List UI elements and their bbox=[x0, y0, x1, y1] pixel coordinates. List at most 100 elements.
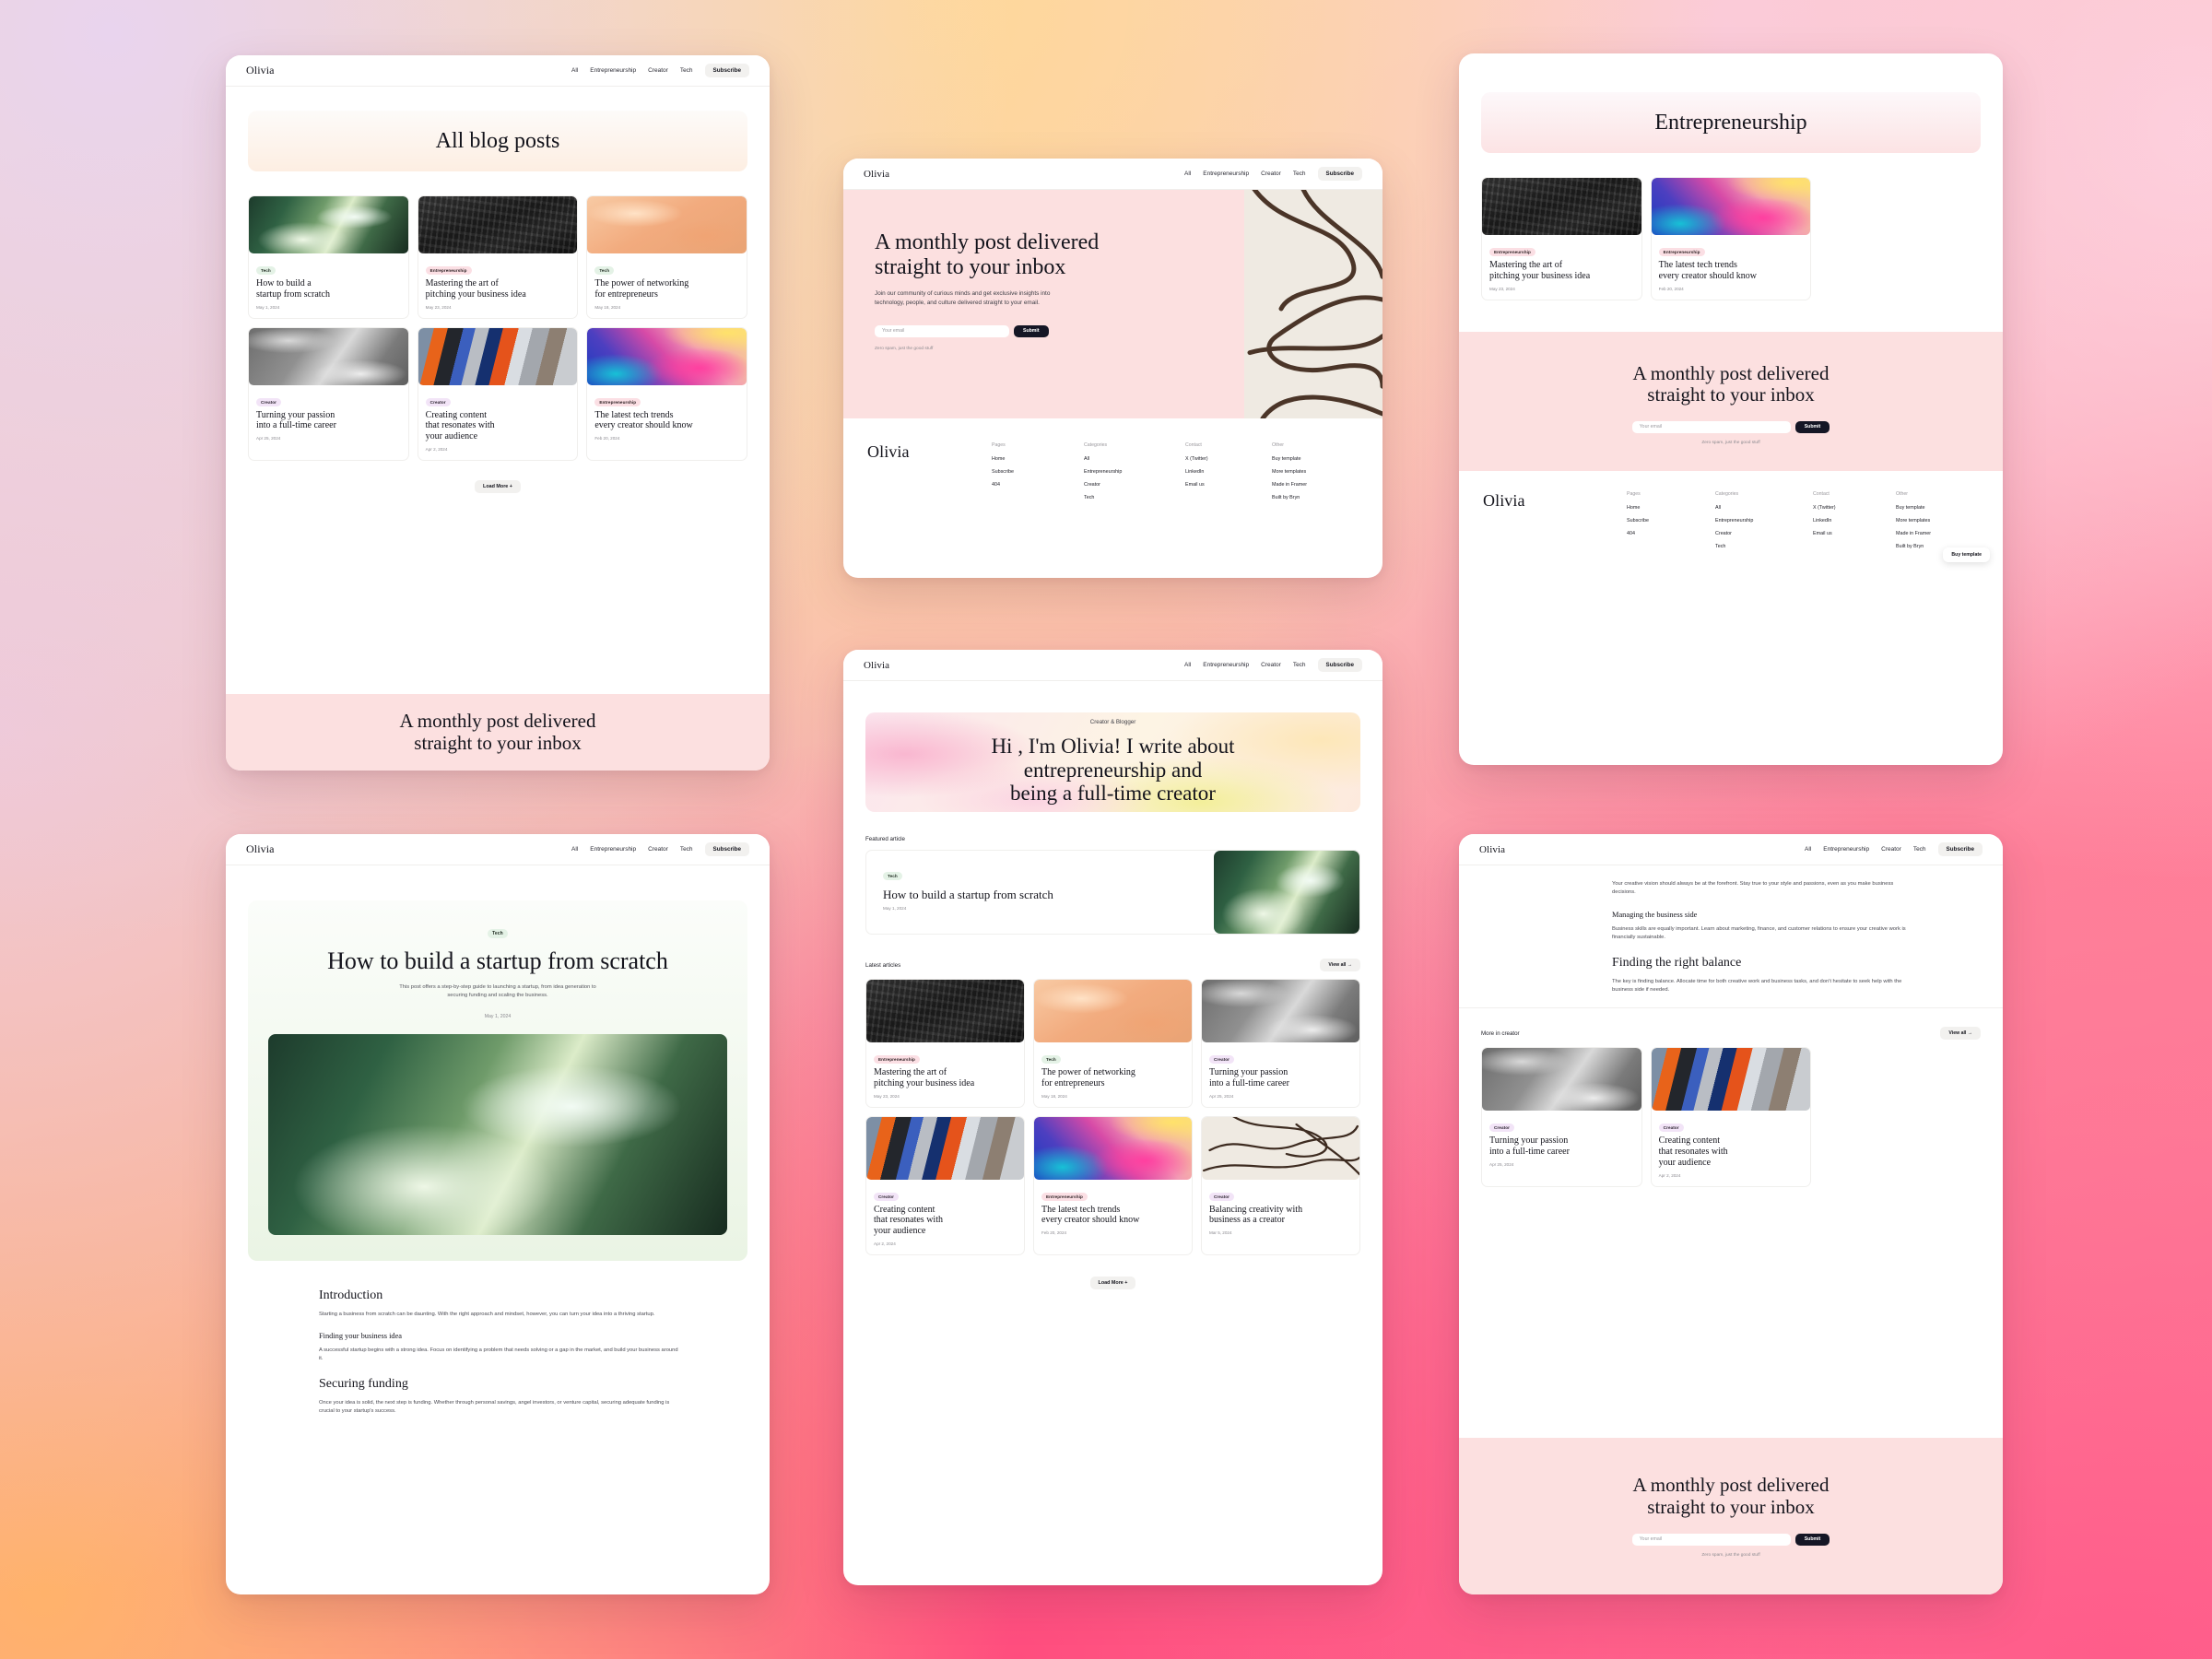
nav-link-creator[interactable]: Creator bbox=[648, 846, 668, 853]
footer-link-twitter[interactable]: X (Twitter) bbox=[1813, 505, 1896, 511]
buy-template-badge[interactable]: Buy template bbox=[1943, 547, 1990, 562]
nav-link-creator[interactable]: Creator bbox=[1261, 171, 1281, 177]
footer-link-subscribe[interactable]: Subscribe bbox=[992, 469, 1084, 475]
load-more-button[interactable]: Load More + bbox=[475, 479, 521, 493]
post-card[interactable]: Entrepreneurship Mastering the art of pi… bbox=[1481, 177, 1642, 300]
nav-link-tech[interactable]: Tech bbox=[1293, 171, 1306, 177]
footer-link-404[interactable]: 404 bbox=[992, 482, 1084, 488]
view-all-button[interactable]: View all → bbox=[1940, 1027, 1981, 1041]
nav-link-tech[interactable]: Tech bbox=[680, 67, 693, 74]
subscribe-button[interactable]: Subscribe bbox=[704, 842, 749, 856]
footer-brand[interactable]: Olivia bbox=[1483, 491, 1627, 511]
footer-link-home[interactable]: Home bbox=[992, 456, 1084, 462]
post-tag[interactable]: Tech bbox=[594, 266, 615, 275]
post-tag[interactable]: Tech bbox=[256, 266, 276, 275]
footer-link-linkedin[interactable]: LinkedIn bbox=[1185, 469, 1272, 475]
subscribe-button[interactable]: Subscribe bbox=[1317, 658, 1362, 672]
footer-link-entrepreneurship[interactable]: Entrepreneurship bbox=[1084, 469, 1185, 475]
footer-link-linkedin[interactable]: LinkedIn bbox=[1813, 518, 1896, 524]
brand-logo[interactable]: Olivia bbox=[864, 660, 889, 671]
footer-link-subscribe[interactable]: Subscribe bbox=[1627, 518, 1715, 524]
nav-link-creator[interactable]: Creator bbox=[1261, 662, 1281, 668]
footer-link-creator[interactable]: Creator bbox=[1084, 482, 1185, 488]
footer-link-made-in-framer[interactable]: Made in Framer bbox=[1272, 482, 1359, 488]
nav-link-all[interactable]: All bbox=[571, 846, 578, 853]
post-card[interactable]: Entrepreneurship Mastering the art of pi… bbox=[865, 979, 1025, 1108]
subscribe-button[interactable]: Subscribe bbox=[704, 64, 749, 77]
nav-link-all[interactable]: All bbox=[571, 67, 578, 74]
footer-link-creator[interactable]: Creator bbox=[1715, 531, 1813, 536]
nav-link-creator[interactable]: Creator bbox=[648, 67, 668, 74]
subscribe-button[interactable]: Subscribe bbox=[1937, 842, 1983, 856]
post-card[interactable]: Entrepreneurship The latest tech trends … bbox=[586, 326, 747, 461]
post-card[interactable]: Entrepreneurship The latest tech trends … bbox=[1033, 1115, 1193, 1255]
email-input[interactable]: Your email bbox=[1631, 420, 1791, 433]
post-card[interactable]: Tech The power of networking for entrepr… bbox=[586, 195, 747, 319]
nav-link-tech[interactable]: Tech bbox=[1913, 846, 1926, 853]
brand-logo[interactable]: Olivia bbox=[246, 842, 275, 856]
post-tag[interactable]: Creator bbox=[874, 1192, 900, 1201]
post-card[interactable]: Entrepreneurship Mastering the art of pi… bbox=[417, 195, 579, 319]
post-tag[interactable]: Creator bbox=[1209, 1055, 1235, 1064]
submit-button[interactable]: Submit bbox=[1014, 324, 1049, 337]
post-tag[interactable]: Creator bbox=[1658, 1124, 1684, 1133]
post-tag[interactable]: Tech bbox=[1041, 1055, 1061, 1064]
post-tag[interactable]: Entrepreneurship bbox=[1658, 248, 1705, 256]
submit-button[interactable]: Submit bbox=[1794, 420, 1830, 433]
nav-link-tech[interactable]: Tech bbox=[1293, 662, 1306, 668]
brand-logo[interactable]: Olivia bbox=[1479, 844, 1505, 855]
post-tag[interactable]: Entrepreneurship bbox=[594, 397, 641, 406]
footer-link-home[interactable]: Home bbox=[1627, 505, 1715, 511]
post-tag[interactable]: Entrepreneurship bbox=[425, 266, 472, 275]
nav-link-entrepreneurship[interactable]: Entrepreneurship bbox=[1203, 171, 1249, 177]
footer-link-email[interactable]: Email us bbox=[1185, 482, 1272, 488]
post-tag[interactable]: Creator bbox=[1489, 1124, 1515, 1133]
footer-link-all[interactable]: All bbox=[1084, 456, 1185, 462]
footer-link-twitter[interactable]: X (Twitter) bbox=[1185, 456, 1272, 462]
nav-link-all[interactable]: All bbox=[1184, 662, 1191, 668]
nav-link-entrepreneurship[interactable]: Entrepreneurship bbox=[590, 846, 636, 853]
subscribe-button[interactable]: Subscribe bbox=[1317, 167, 1362, 181]
post-tag[interactable]: Creator bbox=[425, 397, 451, 406]
footer-link-more-templates[interactable]: More templates bbox=[1896, 518, 1979, 524]
post-card[interactable]: Creator Creating content that resonates … bbox=[1650, 1047, 1812, 1187]
footer-link-made-in-framer[interactable]: Made in Framer bbox=[1896, 531, 1979, 536]
post-card[interactable]: Entrepreneurship The latest tech trends … bbox=[1650, 177, 1812, 300]
post-tag[interactable]: Entrepreneurship bbox=[874, 1055, 920, 1064]
footer-link-entrepreneurship[interactable]: Entrepreneurship bbox=[1715, 518, 1813, 524]
brand-logo[interactable]: Olivia bbox=[246, 64, 275, 77]
brand-logo[interactable]: Olivia bbox=[864, 169, 889, 180]
footer-link-buy-template[interactable]: Buy template bbox=[1272, 456, 1359, 462]
post-tag[interactable]: Entrepreneurship bbox=[1489, 248, 1535, 256]
post-card[interactable]: Tech The power of networking for entrepr… bbox=[1033, 979, 1193, 1108]
post-card[interactable]: Creator Creating content that resonates … bbox=[417, 326, 579, 461]
nav-link-entrepreneurship[interactable]: Entrepreneurship bbox=[1203, 662, 1249, 668]
post-card[interactable]: Creator Creating content that resonates … bbox=[865, 1115, 1025, 1255]
post-card[interactable]: Creator Turning your passion into a full… bbox=[1481, 1047, 1642, 1187]
post-card[interactable]: Creator Balancing creativity with busine… bbox=[1201, 1115, 1360, 1255]
footer-brand[interactable]: Olivia bbox=[867, 442, 992, 462]
post-tag[interactable]: Tech bbox=[883, 872, 902, 880]
nav-link-entrepreneurship[interactable]: Entrepreneurship bbox=[1823, 846, 1869, 853]
footer-link-404[interactable]: 404 bbox=[1627, 531, 1715, 536]
article-tag[interactable]: Tech bbox=[488, 929, 508, 938]
nav-link-creator[interactable]: Creator bbox=[1881, 846, 1901, 853]
post-card[interactable]: Creator Turning your passion into a full… bbox=[1201, 979, 1360, 1108]
footer-link-all[interactable]: All bbox=[1715, 505, 1813, 511]
post-tag[interactable]: Entrepreneurship bbox=[1041, 1192, 1088, 1201]
footer-link-email[interactable]: Email us bbox=[1813, 531, 1896, 536]
nav-link-all[interactable]: All bbox=[1184, 171, 1191, 177]
footer-link-tech[interactable]: Tech bbox=[1084, 495, 1185, 500]
footer-link-more-templates[interactable]: More templates bbox=[1272, 469, 1359, 475]
email-input[interactable]: Your email bbox=[1631, 1533, 1791, 1546]
post-tag[interactable]: Creator bbox=[256, 397, 282, 406]
view-all-button[interactable]: View all → bbox=[1320, 959, 1360, 971]
nav-link-entrepreneurship[interactable]: Entrepreneurship bbox=[590, 67, 636, 74]
featured-card[interactable]: Tech How to build a startup from scratch… bbox=[865, 850, 1360, 935]
footer-link-tech[interactable]: Tech bbox=[1715, 544, 1813, 549]
footer-link-buy-template[interactable]: Buy template bbox=[1896, 505, 1979, 511]
nav-link-tech[interactable]: Tech bbox=[680, 846, 693, 853]
load-more-button[interactable]: Load More + bbox=[1089, 1276, 1136, 1289]
post-card[interactable]: Creator Turning your passion into a full… bbox=[248, 326, 409, 461]
nav-link-all[interactable]: All bbox=[1805, 846, 1811, 853]
